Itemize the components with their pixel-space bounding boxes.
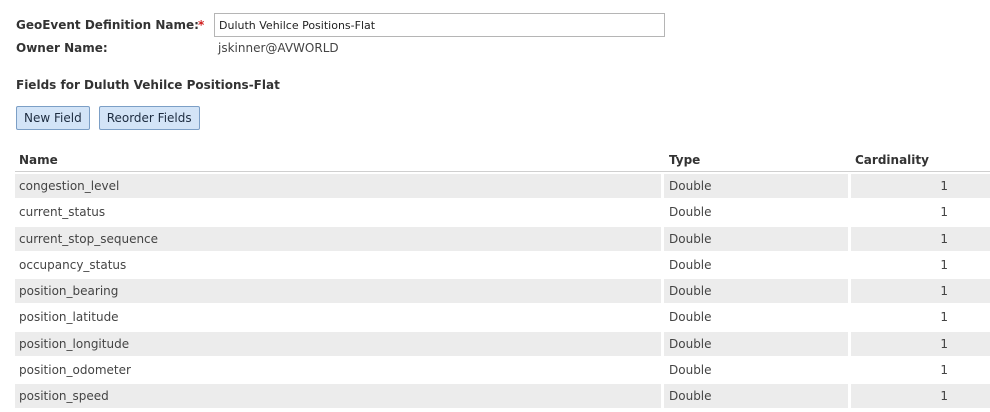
field-name-cell: position_speed [15,384,661,409]
field-type-cell: Double [664,331,848,356]
fields-section-title: Fields for Duluth Vehilce Positions-Flat [16,78,280,92]
definition-name-label: GeoEvent Definition Name: [16,18,199,32]
field-cardinality-cell: 1 [851,226,990,251]
field-cardinality-cell: 1 [851,200,990,225]
field-name-cell: position_bearing [15,279,661,304]
field-name-cell: occupancy_status [15,252,661,277]
field-name-cell: position_odometer [15,358,661,383]
table-row[interactable]: current_stop_sequence Double 1 [15,226,990,251]
field-name-cell: position_latitude [15,305,661,330]
reorder-fields-button[interactable]: Reorder Fields [98,106,200,130]
table-row[interactable]: congestion_level Double 1 [15,174,990,198]
field-cardinality-cell: 1 [851,358,990,383]
required-marker: * [198,18,205,32]
column-header-name[interactable]: Name [15,153,664,167]
definition-name-row: GeoEvent Definition Name: * [16,12,665,38]
table-row[interactable]: position_latitude Double 1 [15,305,990,330]
table-row[interactable]: position_odometer Double 1 [15,358,990,383]
field-name-cell: position_longitude [15,331,661,356]
field-type-cell: Double [664,358,848,383]
field-type-cell: Double [664,200,848,225]
owner-name-value: jskinner@AVWORLD [218,41,339,55]
new-field-button[interactable]: New Field [16,106,90,130]
field-type-cell: Double [664,279,848,304]
column-header-cardinality[interactable]: Cardinality [851,153,990,167]
field-cardinality-cell: 1 [851,174,990,198]
table-row[interactable]: position_longitude Double 1 [15,331,990,356]
field-toolbar: New Field Reorder Fields [16,106,200,130]
field-type-cell: Double [664,305,848,330]
field-cardinality-cell: 1 [851,279,990,304]
owner-name-row: Owner Name: jskinner@AVWORLD [16,40,339,56]
field-type-cell: Double [664,174,848,198]
field-cardinality-cell: 1 [851,384,990,409]
field-name-cell: current_status [15,200,661,225]
table-row[interactable]: position_speed Double 1 [15,384,990,409]
field-type-cell: Double [664,226,848,251]
table-body: congestion_level Double 1 current_status… [15,174,990,409]
table-row[interactable]: current_status Double 1 [15,200,990,225]
field-name-cell: current_stop_sequence [15,226,661,251]
field-cardinality-cell: 1 [851,305,990,330]
field-cardinality-cell: 1 [851,331,990,356]
field-type-cell: Double [664,384,848,409]
field-cardinality-cell: 1 [851,252,990,277]
column-header-type[interactable]: Type [664,153,851,167]
table-header: Name Type Cardinality [15,148,990,172]
table-row[interactable]: position_bearing Double 1 [15,279,990,304]
owner-name-label: Owner Name: [16,41,108,55]
fields-table: Name Type Cardinality congestion_level D… [15,148,990,411]
field-name-cell: congestion_level [15,174,661,198]
table-row[interactable]: occupancy_status Double 1 [15,252,990,277]
definition-name-input[interactable] [214,13,665,37]
field-type-cell: Double [664,252,848,277]
